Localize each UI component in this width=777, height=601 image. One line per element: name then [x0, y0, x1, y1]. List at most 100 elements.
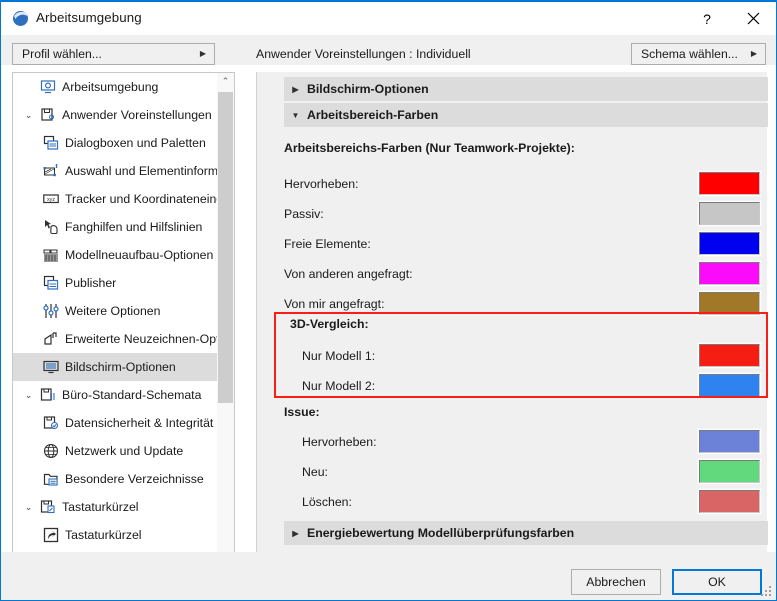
tree-item-publisher[interactable]: Publisher [13, 269, 218, 297]
tree-item-netzwerk-und-update[interactable]: Netzwerk und Update [13, 437, 218, 465]
tree-vertical-scrollbar-thumb[interactable] [218, 92, 233, 403]
grip-dot [769, 594, 771, 596]
tree-item-label: Erweiterte Neuzeichnen-Optionen [65, 332, 235, 346]
section-header-arbeitsbereich-farben[interactable]: ▼ Arbeitsbereich-Farben [284, 103, 768, 127]
schema-select[interactable]: Schema wählen... ▶ [631, 43, 766, 65]
settings-content-panel: ▶ Bildschirm-Optionen ▼ Arbeitsbereich-F… [256, 72, 768, 553]
color-row-label: Neu: [302, 465, 328, 479]
cancel-button[interactable]: Abbrechen [571, 569, 661, 595]
color-swatch-fill [699, 430, 760, 453]
chevron-right-icon: ▶ [292, 84, 299, 94]
color-swatch-fill [699, 262, 760, 285]
tree-item-tastaturkürzel[interactable]: ⌄ Tastaturkürzel [13, 493, 218, 521]
globe-icon [39, 443, 62, 459]
tree-item-datensicherheit-integrität[interactable]: Datensicherheit & Integrität [13, 409, 218, 437]
tree-item-dialogboxen-und-paletten[interactable]: Dialogboxen und Paletten [13, 129, 218, 157]
chevron-down-icon[interactable]: ⌄ [21, 101, 36, 129]
color-swatch-fill [699, 344, 760, 367]
publisher-icon [39, 275, 62, 291]
snap-guides-icon [39, 219, 62, 235]
data-safety-icon [39, 415, 62, 431]
tree-item-modellneuaufbau-optionen[interactable]: Modellneuaufbau-Optionen [13, 241, 218, 269]
settings-tree: Arbeitsumgebung ⌄ Anwender Voreinstellunge… [13, 73, 234, 571]
resize-grip[interactable] [761, 586, 772, 597]
color-swatch-button[interactable] [697, 290, 762, 317]
arbeitsumgebung-dialog: Arbeitsumgebung ? Profil wählen... ▶ Sch… [0, 0, 777, 601]
app-sphere-icon [12, 10, 29, 27]
profile-select-label: Profil wählen... [22, 47, 102, 61]
chevron-down-icon[interactable]: ⌄ [21, 381, 36, 409]
tree-item-weitere-optionen[interactable]: Weitere Optionen [13, 297, 218, 325]
section-header-energiebewertung[interactable]: ▶ Energiebewertung Modellüberprüfungsfar… [284, 521, 768, 545]
tree-item-büro-standard-schemata[interactable]: ⌄ Büro-Standard-Schemata [13, 381, 218, 409]
rebuild-icon [39, 247, 62, 263]
issue-group-title: Issue: [284, 405, 320, 419]
grip-dot [765, 590, 767, 592]
color-swatch-button[interactable] [697, 170, 762, 197]
color-row-label: Hervorheben: [302, 435, 377, 449]
scroll-up-icon[interactable]: ⌃ [217, 73, 234, 90]
monitor-gear-icon [36, 79, 59, 95]
tree-item-label: Modellneuaufbau-Optionen [65, 248, 214, 262]
color-row-label: Nur Modell 2: [302, 379, 376, 393]
screen-icon [39, 359, 62, 375]
title-bar: Arbeitsumgebung ? [1, 2, 776, 35]
settings-tree-panel: Arbeitsumgebung ⌄ Anwender Voreinstellunge… [12, 72, 235, 572]
color-swatch-button[interactable] [697, 458, 762, 485]
color-row-label: Freie Elemente: [284, 237, 371, 251]
tree-item-bildschirm-optionen[interactable]: Bildschirm-Optionen [13, 353, 218, 381]
color-swatch-button[interactable] [697, 342, 762, 369]
compare-3d-group-title: 3D-Vergleich: [290, 317, 369, 331]
close-icon[interactable] [730, 2, 776, 35]
color-swatch-button[interactable] [697, 372, 762, 399]
section-header-bildschirm-optionen[interactable]: ▶ Bildschirm-Optionen [284, 77, 768, 101]
tree-item-erweiterte-neuzeichnen-optionen[interactable]: Erweiterte Neuzeichnen-Optionen [13, 325, 234, 353]
color-swatch-button[interactable] [697, 260, 762, 287]
tree-item-tracker-und-koordinateneingabe[interactable]: xyz Tracker und Koordinateneingabe [13, 185, 234, 213]
tree-item-label: Dialogboxen und Paletten [65, 136, 206, 150]
color-row-label: Passiv: [284, 207, 324, 221]
schema-select-label: Schema wählen... [641, 47, 738, 61]
tree-item-label: Bildschirm-Optionen [65, 360, 176, 374]
section-header-label: Arbeitsbereich-Farben [307, 108, 439, 122]
color-swatch-button[interactable] [697, 230, 762, 257]
color-swatch-button[interactable] [697, 488, 762, 515]
chevron-down-icon[interactable]: ⌄ [21, 493, 36, 521]
tree-item-auswahl-und-elementinformation[interactable]: Auswahl und Elementinformation [13, 157, 234, 185]
color-row-label: Nur Modell 1: [302, 349, 376, 363]
profile-select[interactable]: Profil wählen... ▶ [12, 43, 215, 65]
help-button[interactable]: ? [684, 2, 730, 35]
color-swatch-fill [699, 460, 760, 483]
tree-item-label: Auswahl und Elementinformation [65, 164, 235, 178]
tree-item-label: Büro-Standard-Schemata [62, 388, 202, 402]
color-swatch-fill [699, 292, 760, 315]
shortcut-arrow-icon [39, 527, 62, 543]
chevron-right-icon: ▶ [292, 528, 299, 538]
tree-item-arbeitsumgebung[interactable]: Arbeitsumgebung [13, 73, 218, 101]
user-preferences-breadcrumb: Anwender Voreinstellungen : Individuell [256, 47, 471, 61]
color-swatch-button[interactable] [697, 200, 762, 227]
color-swatch-fill [699, 172, 760, 195]
tree-item-label: Datensicherheit & Integrität [65, 416, 214, 430]
selection-info-icon [39, 163, 62, 179]
tree-item-anwender-voreinstellungen[interactable]: ⌄ Anwender Voreinstellungen [13, 101, 218, 129]
tree-item-tastaturkürzel[interactable]: Tastaturkürzel [13, 521, 218, 549]
color-swatch-fill [699, 490, 760, 513]
window-title: Arbeitsumgebung [36, 10, 142, 25]
tree-item-fanghilfen-und-hilfslinien[interactable]: Fanghilfen und Hilfslinien [13, 213, 218, 241]
tree-item-label: Arbeitsumgebung [62, 80, 159, 94]
xyz-tracker-icon: xyz [39, 191, 62, 207]
color-row-label: Von anderen angefragt: [284, 267, 413, 281]
tree-item-label: Tastaturkürzel [62, 500, 139, 514]
grip-dot [769, 586, 771, 588]
tree-item-label: Weitere Optionen [65, 304, 161, 318]
tree-item-besondere-verzeichnisse[interactable]: Besondere Verzeichnisse [13, 465, 218, 493]
chevron-down-icon: ▼ [291, 110, 300, 120]
svg-text:xyz: xyz [46, 197, 54, 203]
folder-icon [39, 471, 62, 487]
color-row-label: Von mir angefragt: [284, 297, 385, 311]
tree-item-label: Publisher [65, 276, 117, 290]
color-swatch-button[interactable] [697, 428, 762, 455]
ok-button[interactable]: OK [672, 569, 762, 595]
tree-vertical-scrollbar[interactable]: ⌃ ⌄ [217, 73, 234, 571]
